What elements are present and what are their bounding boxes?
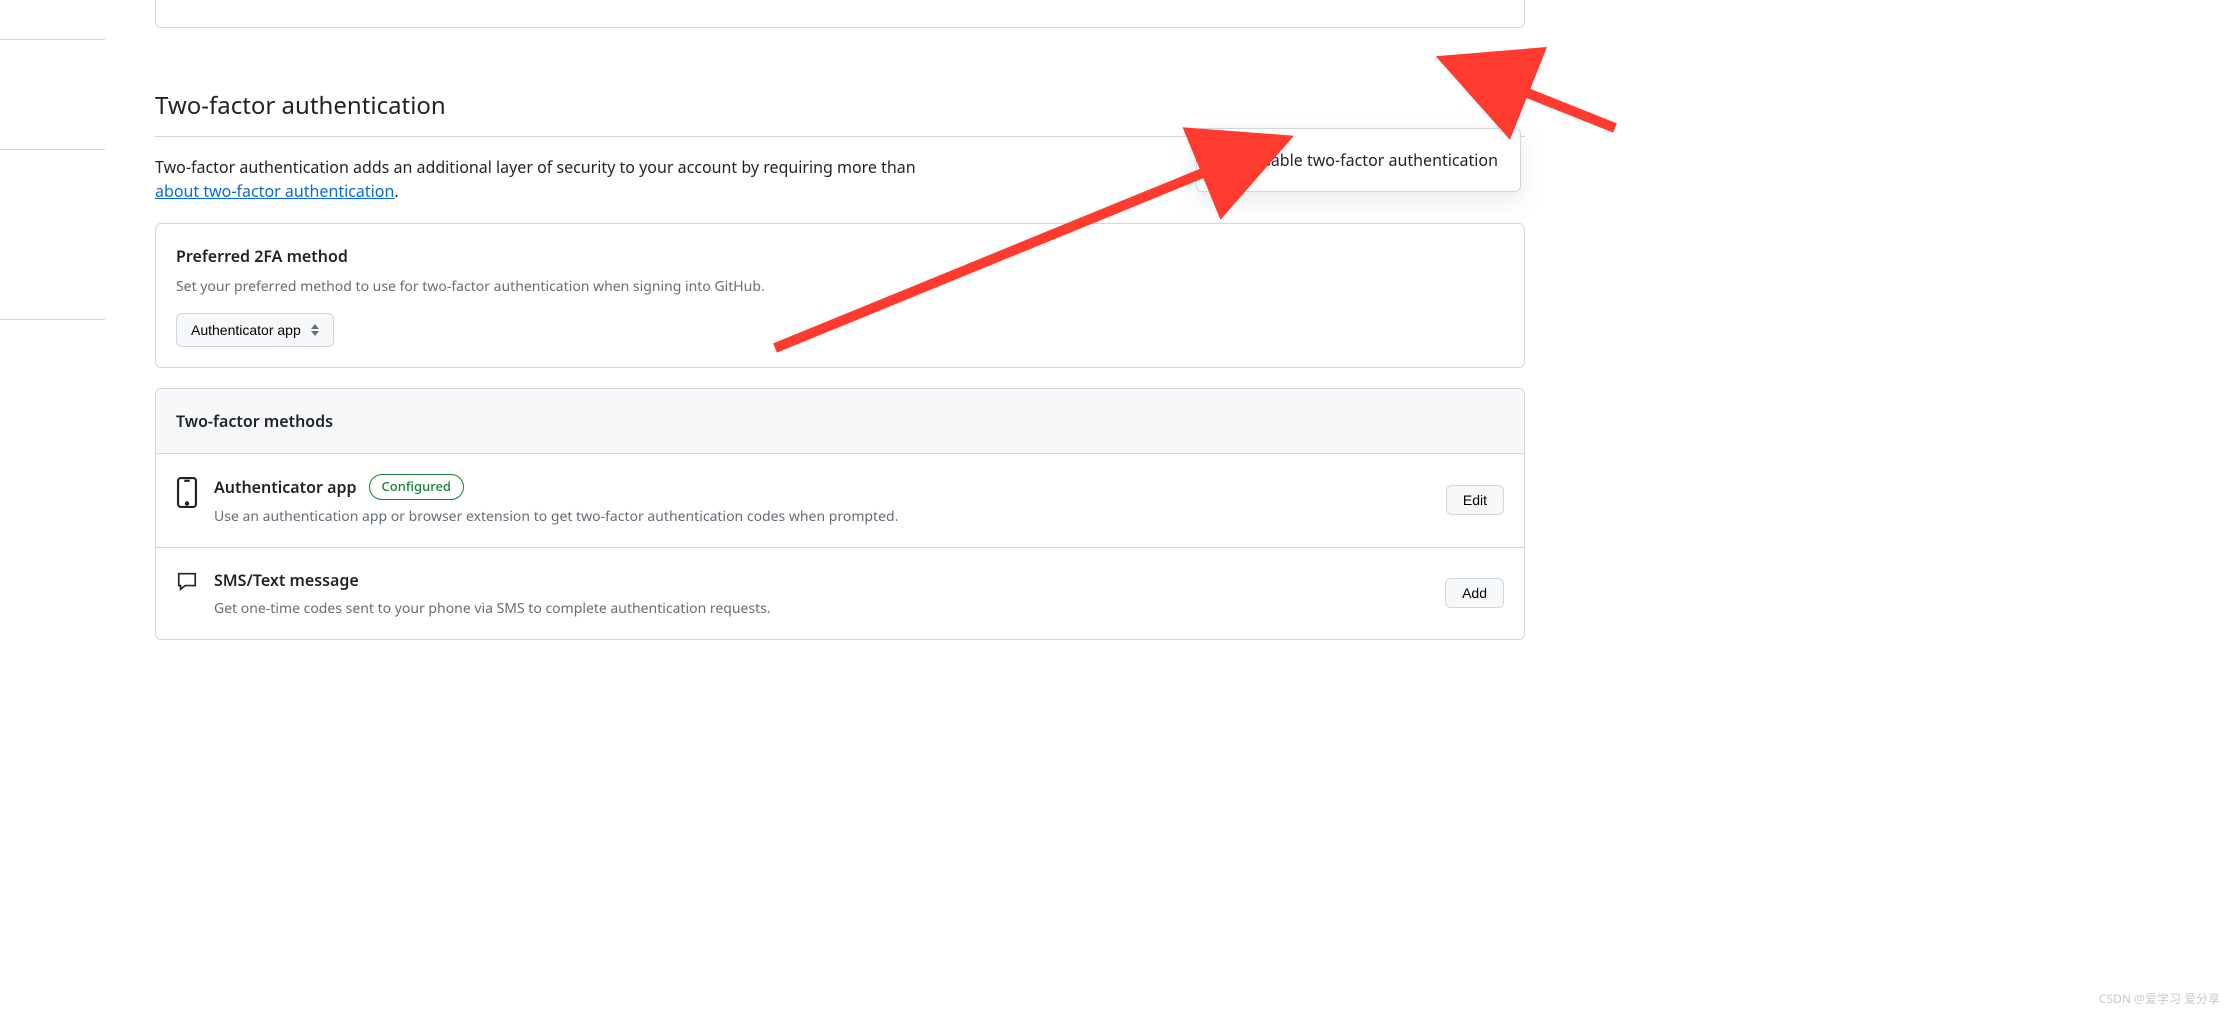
x-icon: ✕ (1219, 145, 1236, 175)
disable-2fa-label: Disable two-factor authentication (1247, 148, 1498, 172)
method-title: Authenticator app (214, 475, 357, 499)
comment-icon (176, 570, 198, 598)
method-title: SMS/Text message (214, 568, 359, 592)
disable-2fa-menu-item[interactable]: ✕ Disable two-factor authentication (1203, 135, 1514, 185)
nav-item[interactable] (0, 120, 105, 150)
section-title: Two-factor authentication (155, 88, 446, 124)
add-button[interactable]: Add (1445, 578, 1504, 608)
preferred-method-value: Authenticator app (191, 322, 301, 338)
device-mobile-icon (176, 476, 198, 504)
kebab-menu-button[interactable] (1490, 99, 1525, 114)
intro-end: . (394, 180, 398, 202)
method-row-sms: SMS/Text message Get one-time codes sent… (156, 548, 1524, 639)
method-body: SMS/Text message Get one-time codes sent… (214, 568, 1429, 619)
edit-button[interactable]: Edit (1446, 485, 1504, 515)
method-body: Authenticator app Configured Use an auth… (214, 474, 1430, 527)
section-header: Two-factor authentication ✕ Disable two-… (155, 88, 1525, 137)
left-navigation (0, 0, 105, 640)
kebab-icon (1500, 105, 1515, 108)
two-factor-methods-card: Two-factor methods Authenticator app Con… (155, 388, 1525, 640)
previous-card-partial (155, 0, 1525, 28)
methods-header: Two-factor methods (156, 389, 1524, 454)
preferred-method-select[interactable]: Authenticator app (176, 313, 334, 347)
nav-item[interactable] (0, 290, 105, 320)
method-description: Use an authentication app or browser ext… (214, 506, 1430, 527)
method-description: Get one-time codes sent to your phone vi… (214, 598, 1429, 619)
configured-badge: Configured (369, 474, 464, 500)
methods-header-title: Two-factor methods (176, 409, 1504, 433)
intro-text: Two-factor authentication adds an additi… (155, 156, 916, 178)
preferred-title: Preferred 2FA method (176, 244, 1504, 268)
sort-icon (311, 324, 319, 336)
learn-more-link[interactable]: about two-factor authentication (155, 180, 394, 202)
preferred-2fa-card: Preferred 2FA method Set your preferred … (155, 223, 1525, 368)
main-content: Two-factor authentication ✕ Disable two-… (105, 0, 1565, 640)
preferred-subtitle: Set your preferred method to use for two… (176, 276, 1504, 297)
nav-item[interactable] (0, 10, 105, 40)
watermark: CSDN @爱学习 爱分享 (2099, 990, 2220, 1008)
method-row-authenticator: Authenticator app Configured Use an auth… (156, 454, 1524, 548)
kebab-dropdown-menu: ✕ Disable two-factor authentication (1196, 128, 1521, 192)
